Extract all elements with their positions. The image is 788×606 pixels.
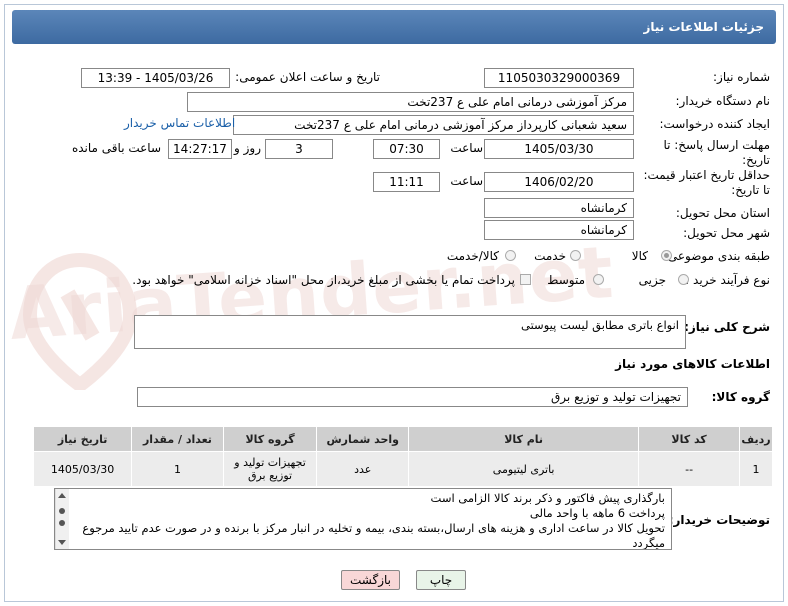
items-table: ردیف کد کالا نام کالا واحد شمارش گروه کا… [32,426,773,487]
need-number-field: 1105030329000369 [484,68,634,88]
col-header-group: گروه کالا [222,426,318,452]
cell-group: تجهیزات تولید و توزیع برق [222,451,318,487]
goods-info-title: اطلاعات کالاهای مورد نیاز [615,357,770,371]
cell-name: باتری لیتیومی [408,451,640,487]
buyer-contact-link[interactable]: اطلاعات تماس خریدار [124,116,235,130]
min-validity-label-2: تا تاریخ: [731,183,770,197]
goods-group-label: گروه کالا: [711,390,770,404]
reply-deadline-label-2: تاریخ: [742,153,770,167]
buyer-notes-field: بارگذاری پیش فاکتور و ذکر برند کالا الزا… [54,488,672,550]
buyer-notes-line: پرداخت 6 ماهه با واحد مالی [529,506,665,520]
description-label: شرح کلی نیاز: [684,320,770,334]
province-label: استان محل تحویل: [675,206,770,220]
page-header: جزئیات اطلاعات نیاز [12,10,776,44]
scrollbar-arrows-icon [58,493,66,545]
description-field: انواع باتری مطابق لیست پیوستی [134,315,686,349]
col-header-row: ردیف [739,426,773,452]
goods-group-field: تجهیزات تولید و توزیع برق [137,387,688,407]
announce-label: تاریخ و ساعت اعلان عمومی: [235,70,380,84]
buyer-org-label: نام دستگاه خریدار: [675,94,771,108]
category-option-goods: کالا [631,249,648,263]
province-field: کرمانشاه [484,198,634,218]
col-header-name: نام کالا [408,426,640,452]
page-title: جزئیات اطلاعات نیاز [643,20,764,34]
buyer-notes-label: توضیحات خریدار: [668,513,770,527]
buyer-notes-scrollbar[interactable] [55,489,69,549]
col-header-code: کد کالا [638,426,741,452]
print-button[interactable]: چاپ [416,570,466,590]
treasury-payment-note: پرداخت تمام یا بخشی از مبلغ خرید،از محل … [132,273,515,287]
requester-label: ایجاد کننده درخواست: [659,117,770,131]
min-validity-label-1: حداقل تاریخ اعتبار قیمت: [643,168,770,182]
cell-qty: 1 [131,451,224,487]
col-header-date: تاریخ نیاز [32,426,133,452]
process-radio-medium[interactable] [593,274,604,285]
cell-code: -- [638,451,741,487]
category-option-goods-service: کالا/خدمت [446,249,499,263]
back-button[interactable]: بازگشت [341,570,400,590]
description-text: انواع باتری مطابق لیست پیوستی [521,318,679,332]
category-label: طبقه بندی موضوعی: [663,249,770,263]
buyer-notes-line: بارگذاری پیش فاکتور و ذکر برند کالا الزا… [430,491,665,505]
table-row: 1 -- باتری لیتیومی عدد تجهیزات تولید و ت… [32,451,773,487]
reply-time-label: ساعت [450,141,483,155]
validity-date-field: 1406/02/20 [484,172,634,192]
col-header-unit: واحد شمارش [316,426,410,452]
cell-row: 1 [739,451,773,487]
cell-date: 1405/03/30 [32,451,133,487]
validity-time-label: ساعت [450,174,483,188]
city-label: شهر محل تحویل: [683,226,770,240]
need-number-label: شماره نیاز: [713,70,770,84]
requester-field: سعید شعبانی کارپرداز مرکز آموزشی درمانی … [233,115,634,135]
category-radio-goods-service[interactable] [505,250,516,261]
buyer-org-field: مرکز آموزشی درمانی امام علی ع 237تخت [187,92,634,112]
reply-time-field: 07:30 [373,139,440,159]
time-remaining-field: 14:27:17 [168,139,232,159]
announce-field: 1405/03/26 - 13:39 [81,68,230,88]
buyer-notes-line: میگردد [632,536,665,550]
process-radio-minor[interactable] [678,274,689,285]
buyer-notes-line: تحویل کالا در ساعت اداری و هزینه های ارس… [82,521,665,535]
category-radio-service[interactable] [570,250,581,261]
reply-deadline-label-1: مهلت ارسال پاسخ: تا [663,138,770,152]
validity-time-field: 11:11 [373,172,440,192]
col-header-qty: تعداد / مقدار [131,426,224,452]
process-option-minor: جزیی [638,273,666,287]
process-label: نوع فرآیند خرید : [685,273,770,287]
days-remaining-field: 3 [265,139,333,159]
category-radio-goods[interactable] [661,250,672,261]
category-option-service: خدمت [534,249,566,263]
time-remaining-label: ساعت باقی مانده [71,141,161,155]
cell-unit: عدد [316,451,410,487]
treasury-payment-checkbox[interactable] [520,274,531,285]
process-option-medium: متوسط [547,273,585,287]
reply-date-field: 1405/03/30 [484,139,634,159]
days-label: روز و [234,141,261,155]
city-field: کرمانشاه [484,220,634,240]
